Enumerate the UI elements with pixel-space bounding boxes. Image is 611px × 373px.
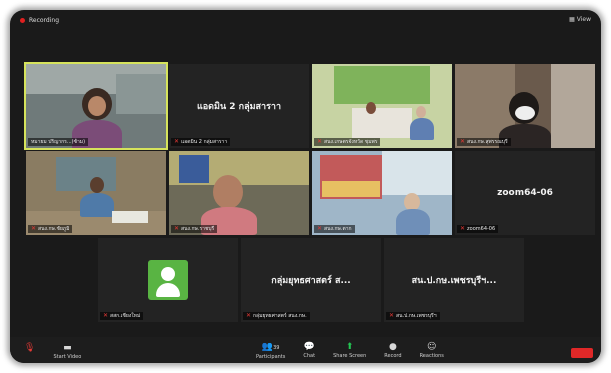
- participant-name-display: สน.ป.กษ.เพชรบุรีฯ...: [411, 276, 497, 286]
- default-avatar-icon: [148, 260, 188, 300]
- recording-label: Recording: [29, 16, 60, 24]
- tile-name-label: ✕ กลุ่มยุทธศาสตร์ สนง.กษ.: [243, 312, 310, 320]
- tile-name-label: ✕ สนง.กษ.ตาก: [314, 225, 355, 233]
- video-tile-3[interactable]: ✕ สนง.เกษตรจังหวัด ชุมพร: [312, 64, 452, 148]
- mic-muted-icon: ✕: [389, 312, 395, 319]
- video-tile-11[interactable]: สน.ป.กษ.เพชรบุรีฯ... ✕ สน.ป.กษ.เพชรบุรีฯ: [384, 238, 524, 322]
- share-screen-button[interactable]: ⬆ Share Screen: [333, 342, 366, 360]
- tile-name-label: หมายม ปริญากร...(ซ้าม): [28, 138, 89, 146]
- video-tile-2[interactable]: แอดมิน 2 กลุ่มสาราา ✕ แอดมิน 2 กลุ่มสาราา: [169, 64, 309, 148]
- mic-muted-icon: ✕: [317, 225, 323, 232]
- tile-name-label: ✕ สนง.กษ.ชัยภูมิ: [28, 225, 73, 233]
- mic-muted-icon: ✕: [317, 138, 323, 145]
- chat-label: Chat: [303, 353, 316, 359]
- participants-icon: 👥39: [261, 342, 280, 352]
- participants-label: Participants: [256, 354, 286, 360]
- reactions-icon: ☺: [427, 342, 437, 352]
- mute-button[interactable]: 🎙: [24, 343, 35, 360]
- mic-muted-icon: ✕: [174, 225, 180, 232]
- tile-name-label: ✕ สนง.กษ.ราชบุรี: [171, 225, 218, 233]
- mic-muted-icon: ✕: [174, 138, 180, 145]
- reactions-button[interactable]: ☺ Reactions: [420, 342, 444, 360]
- video-tile-4[interactable]: ✕ สนง.กษ.สุพรรณบุรี: [455, 64, 595, 148]
- start-video-label: Start Video: [53, 354, 82, 360]
- mic-muted-icon: 🎙: [24, 343, 36, 353]
- view-button[interactable]: ▦ View: [569, 16, 591, 23]
- tile-name-label: ✕ zoom64-06: [457, 225, 499, 233]
- participant-name-display: แอดมิน 2 กลุ่มสาราา: [196, 102, 282, 112]
- tile-name-label: ✕ สน.ป.กษ.เพชรบุรีฯ: [386, 312, 440, 320]
- video-tile-6[interactable]: ✕ สนง.กษ.ราชบุรี: [169, 151, 309, 235]
- record-button[interactable]: ● Record: [384, 342, 401, 360]
- meeting-toolbar: 🎙 ▬ Start Video 👥39 Participants 💬 Chat …: [10, 337, 601, 363]
- video-tile-7[interactable]: ✕ สนง.กษ.ตาก: [312, 151, 452, 235]
- record-label: Record: [384, 353, 402, 359]
- share-screen-label: Share Screen: [333, 353, 367, 359]
- mic-muted-icon: ✕: [460, 225, 466, 232]
- record-icon: ●: [388, 342, 397, 352]
- tile-name-label: ✕ สนง.กษ.สุพรรณบุรี: [457, 138, 511, 146]
- mic-muted-icon: ✕: [460, 138, 466, 145]
- tile-name-label: ✕ แอดมิน 2 กลุ่มสาราา: [171, 138, 231, 146]
- start-video-button[interactable]: ▬ Start Video: [53, 343, 81, 360]
- video-off-icon: ▬: [63, 343, 72, 353]
- chat-button[interactable]: 💬 Chat: [303, 342, 315, 360]
- top-bar: Recording ▦ View: [10, 10, 601, 30]
- video-tile-5[interactable]: ✕ สนง.กษ.ชัยภูมิ: [26, 151, 166, 235]
- participants-button[interactable]: 👥39 Participants: [256, 342, 285, 360]
- video-tile-9[interactable]: ✕ สสก.เชียงใหม่: [98, 238, 238, 322]
- mic-muted-icon: ✕: [103, 312, 109, 319]
- zoom-window: Recording ▦ View หมายม ปริญากร...(ซ้าม) …: [10, 10, 601, 363]
- video-tile-10[interactable]: กลุ่มยุทธศาสตร์ ส... ✕ กลุ่มยุทธศาสตร์ สน…: [241, 238, 381, 322]
- mute-label: [29, 354, 31, 360]
- view-label: View: [576, 16, 591, 23]
- share-screen-icon: ⬆: [345, 342, 354, 352]
- video-tile-1[interactable]: หมายม ปริญากร...(ซ้าม): [24, 62, 168, 150]
- end-meeting-button[interactable]: [571, 348, 593, 358]
- chat-icon: 💬: [303, 342, 315, 352]
- participants-count: 39: [273, 345, 280, 351]
- recording-indicator-icon: [20, 17, 25, 23]
- tile-name-label: ✕ สนง.เกษตรจังหวัด ชุมพร: [314, 138, 381, 146]
- tile-name-label: ✕ สสก.เชียงใหม่: [100, 312, 144, 320]
- reactions-label: Reactions: [419, 353, 444, 359]
- mic-muted-icon: ✕: [246, 312, 252, 319]
- video-tile-8[interactable]: zoom64-06 ✕ zoom64-06: [455, 151, 595, 235]
- participant-name-display: กลุ่มยุทธศาสตร์ ส...: [271, 276, 351, 286]
- participant-name-display: zoom64-06: [497, 188, 553, 198]
- mic-muted-icon: ✕: [31, 225, 37, 232]
